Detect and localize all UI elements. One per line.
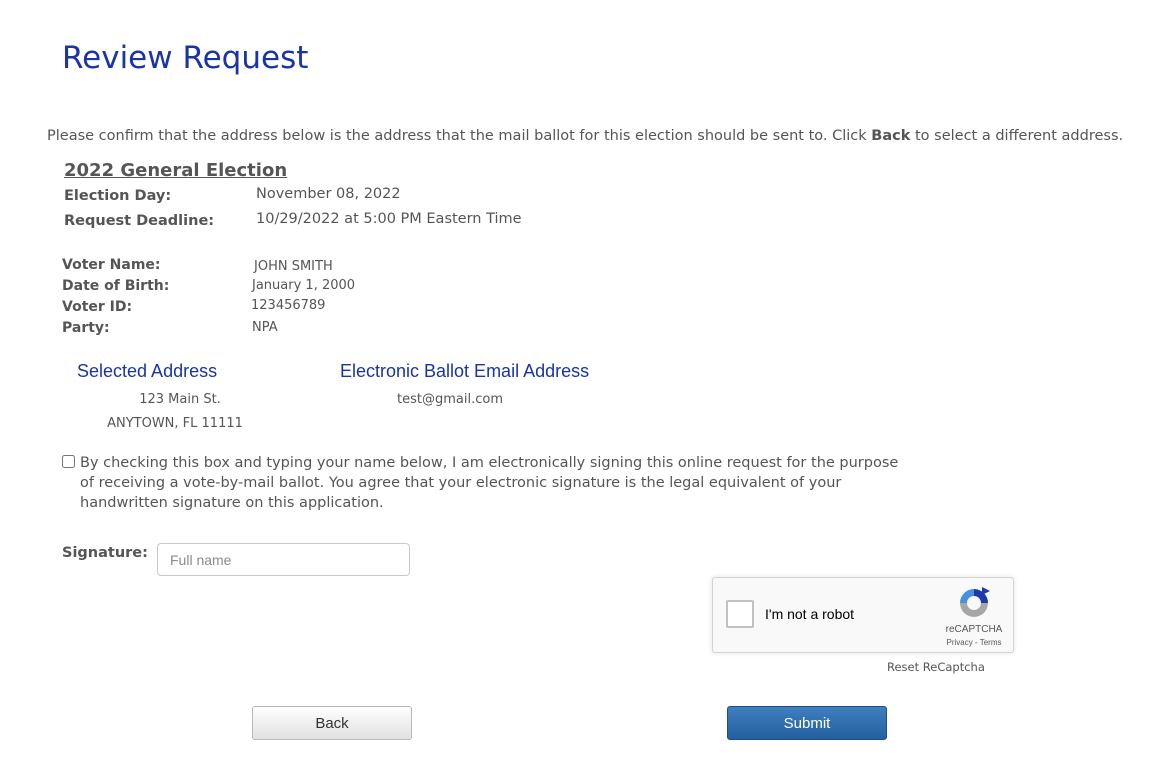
recaptcha-privacy-terms-link[interactable]: Privacy - Terms	[939, 638, 1009, 647]
election-name: 2022 General Election	[64, 160, 288, 181]
request-deadline-label: Request Deadline:	[64, 213, 215, 229]
party-label: Party:	[62, 320, 110, 336]
date-of-birth-label: Date of Birth:	[62, 278, 170, 294]
instructions-back-emphasis: Back	[871, 128, 911, 144]
recaptcha-brand: reCAPTCHA	[945, 624, 1003, 635]
reset-recaptcha-link[interactable]: Reset ReCaptcha	[887, 660, 985, 674]
election-day-label: Election Day:	[64, 188, 172, 204]
voter-name-value: JOHN SMITH	[254, 259, 333, 274]
submit-button[interactable]: Submit	[727, 706, 887, 740]
instructions-text: Please confirm that the address below is…	[47, 128, 1123, 144]
back-button[interactable]: Back	[252, 706, 412, 740]
address-line-1: 123 Main St.	[139, 392, 221, 407]
recaptcha-widget: I'm not a robot reCAPTCHA Privacy - Term…	[712, 577, 1014, 653]
address-line-2: ANYTOWN, FL 11111	[107, 416, 243, 431]
instructions-after: to select a different address.	[910, 128, 1124, 144]
request-deadline-value: 10/29/2022 at 5:00 PM Eastern Time	[256, 211, 522, 227]
email-address-value: test@gmail.com	[397, 392, 503, 407]
signature-input[interactable]	[157, 543, 410, 576]
selected-address-heading: Selected Address	[77, 361, 218, 381]
election-day-value: November 08, 2022	[256, 186, 401, 202]
voter-id-label: Voter ID:	[62, 299, 133, 315]
recaptcha-label: I'm not a robot	[765, 606, 855, 622]
instructions-before: Please confirm that the address below is…	[47, 128, 872, 144]
consent-checkbox[interactable]	[62, 455, 75, 468]
party-value: NPA	[252, 320, 278, 335]
date-of-birth-value: January 1, 2000	[252, 278, 356, 293]
recaptcha-checkbox[interactable]	[726, 600, 754, 628]
email-address-heading: Electronic Ballot Email Address	[340, 361, 590, 381]
voter-id-value: 123456789	[251, 298, 326, 313]
recaptcha-logo-icon	[960, 587, 990, 617]
consent-text: By checking this box and typing your nam…	[80, 455, 899, 511]
signature-label: Signature:	[62, 545, 148, 561]
page-title: Review Request	[62, 40, 309, 76]
voter-name-label: Voter Name:	[62, 257, 161, 273]
